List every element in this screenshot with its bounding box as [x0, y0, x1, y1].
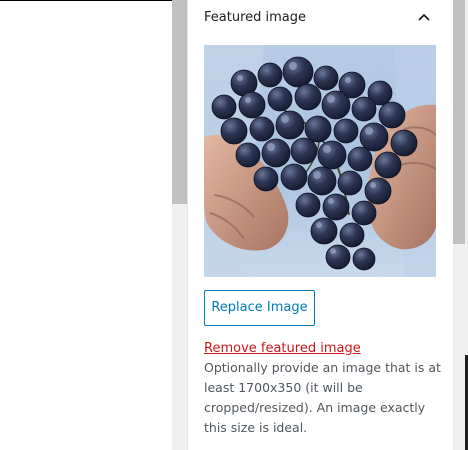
editor-top-border	[0, 0, 172, 1]
sidebar-scrollbar-thumb[interactable]	[453, 0, 465, 244]
replace-image-button[interactable]: Replace Image	[204, 290, 315, 326]
featured-image-panel-toggle[interactable]: Featured image	[188, 0, 453, 34]
remove-featured-image-link[interactable]: Remove featured image	[204, 340, 361, 357]
editor-scrollbar-thumb[interactable]	[172, 0, 187, 204]
featured-image-panel: Featured image Replace Image Remove feat…	[187, 0, 453, 450]
chevron-up-icon[interactable]	[417, 10, 431, 24]
featured-image-help-text: Optionally provide an image that is at l…	[204, 360, 441, 435]
featured-image-preview[interactable]	[204, 45, 436, 277]
editor-scrollbar[interactable]	[172, 0, 187, 450]
panel-title: Featured image	[204, 10, 307, 25]
